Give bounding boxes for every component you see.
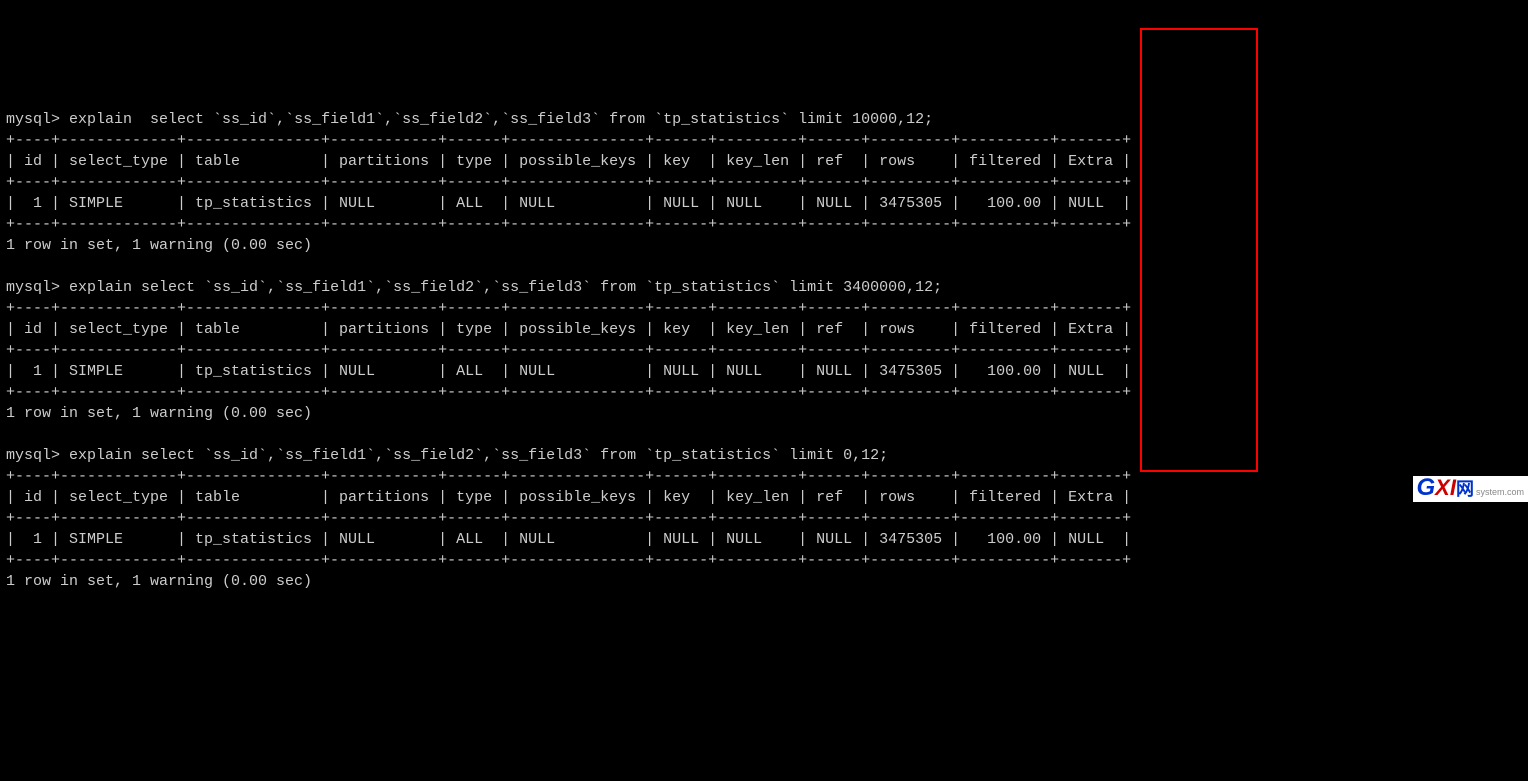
watermark-sub: system.com bbox=[1476, 488, 1524, 497]
query-command: explain select `ss_id`,`ss_field1`,`ss_f… bbox=[69, 279, 942, 296]
query-command: explain select `ss_id`,`ss_field1`,`ss_f… bbox=[69, 111, 933, 128]
terminal-output[interactable]: mysql> explain select `ss_id`,`ss_field1… bbox=[6, 88, 1522, 592]
table-row: | 1 | SIMPLE | tp_statistics | NULL | AL… bbox=[6, 195, 1131, 212]
mysql-prompt: mysql> bbox=[6, 111, 60, 128]
table-border: +----+-------------+---------------+----… bbox=[6, 216, 1131, 233]
table-row: | 1 | SIMPLE | tp_statistics | NULL | AL… bbox=[6, 531, 1131, 548]
table-header: | id | select_type | table | partitions … bbox=[6, 321, 1131, 338]
table-border: +----+-------------+---------------+----… bbox=[6, 552, 1131, 569]
table-row: | 1 | SIMPLE | tp_statistics | NULL | AL… bbox=[6, 363, 1131, 380]
watermark-net: 网 bbox=[1456, 480, 1474, 498]
mysql-prompt: mysql> bbox=[6, 447, 60, 464]
table-border: +----+-------------+---------------+----… bbox=[6, 384, 1131, 401]
table-border: +----+-------------+---------------+----… bbox=[6, 132, 1131, 149]
table-border: +----+-------------+---------------+----… bbox=[6, 174, 1131, 191]
table-border: +----+-------------+---------------+----… bbox=[6, 510, 1131, 527]
status-line: 1 row in set, 1 warning (0.00 sec) bbox=[6, 573, 312, 590]
prompt-line-1: mysql> explain select `ss_id`,`ss_field1… bbox=[6, 111, 933, 128]
prompt-line-2: mysql> explain select `ss_id`,`ss_field1… bbox=[6, 279, 942, 296]
status-line: 1 row in set, 1 warning (0.00 sec) bbox=[6, 405, 312, 422]
watermark-x: X bbox=[1435, 477, 1450, 499]
table-header: | id | select_type | table | partitions … bbox=[6, 489, 1131, 506]
table-border: +----+-------------+---------------+----… bbox=[6, 300, 1131, 317]
table-border: +----+-------------+---------------+----… bbox=[6, 468, 1131, 485]
mysql-prompt: mysql> bbox=[6, 279, 60, 296]
table-border: +----+-------------+---------------+----… bbox=[6, 342, 1131, 359]
watermark-logo: GXI网system.com bbox=[1413, 476, 1528, 502]
prompt-line-3: mysql> explain select `ss_id`,`ss_field1… bbox=[6, 447, 888, 464]
watermark-g: G bbox=[1417, 476, 1436, 500]
table-header: | id | select_type | table | partitions … bbox=[6, 153, 1131, 170]
status-line: 1 row in set, 1 warning (0.00 sec) bbox=[6, 237, 312, 254]
query-command: explain select `ss_id`,`ss_field1`,`ss_f… bbox=[69, 447, 888, 464]
